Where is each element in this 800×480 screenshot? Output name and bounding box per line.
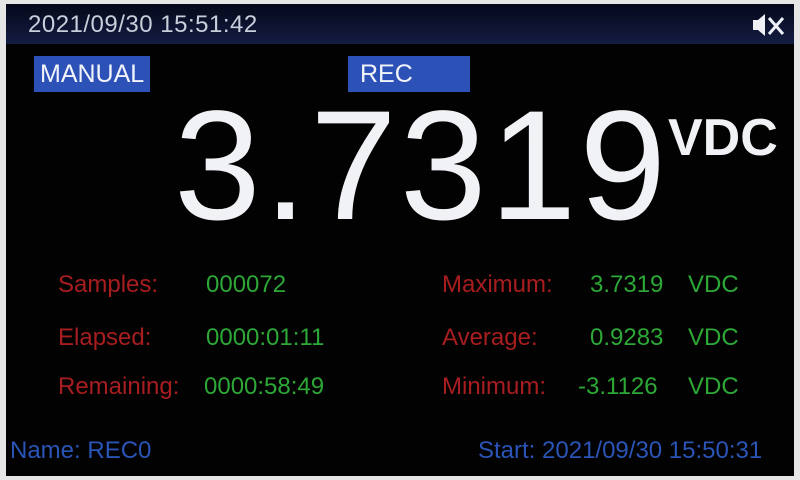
samples-value: 000072 — [206, 271, 287, 298]
recording-start-time: Start: 2021/09/30 15:50:31 — [478, 437, 763, 464]
maximum-value: 3.7319 — [590, 271, 664, 298]
datetime-display: 2021/09/30 15:51:42 — [28, 11, 258, 38]
speaker-muted-icon — [752, 12, 786, 38]
maximum-unit: VDC — [688, 271, 739, 298]
minimum-unit: VDC — [688, 373, 739, 400]
elapsed-value: 0000:01:11 — [206, 324, 325, 351]
maximum-label: Maximum: — [442, 271, 553, 298]
main-reading-unit: VDC — [668, 109, 778, 167]
status-bar: 2021/09/30 15:51:42 — [6, 4, 794, 44]
manual-mode-badge: MANUAL — [34, 56, 151, 92]
main-reading: 3.7319 — [174, 79, 670, 253]
samples-label: Samples: — [58, 271, 159, 298]
remaining-label: Remaining: — [58, 373, 180, 400]
remaining-value: 0000:58:49 — [204, 373, 325, 400]
elapsed-label: Elapsed: — [58, 324, 152, 351]
average-unit: VDC — [688, 324, 739, 351]
minimum-label: Minimum: — [442, 373, 547, 400]
average-label: Average: — [442, 324, 538, 351]
meter-display: 2021/09/30 15:51:42 MANUAL REC 3.7319 VD… — [6, 4, 794, 476]
average-value: 0.9283 — [590, 324, 664, 351]
recording-name: Name: REC0 — [10, 437, 152, 464]
minimum-value: -3.1126 — [578, 373, 658, 400]
